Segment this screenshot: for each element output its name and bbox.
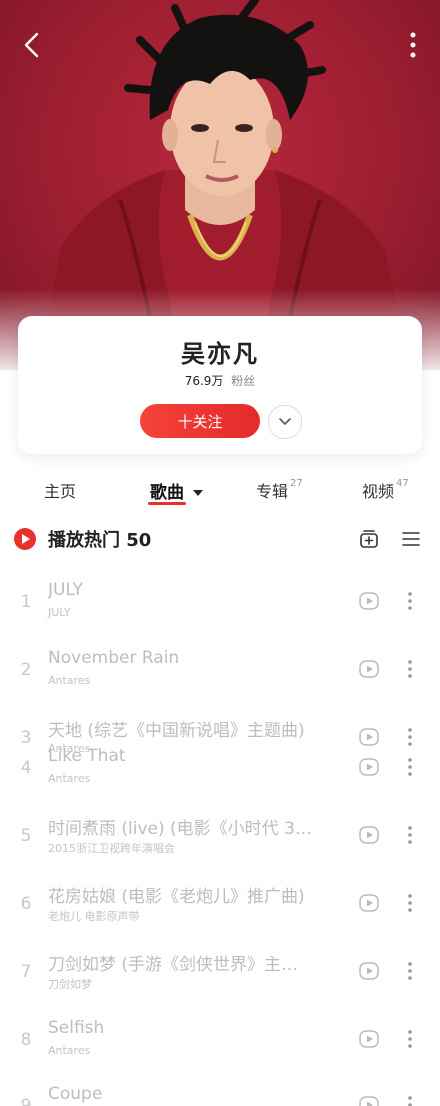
song-subtitle: 2015浙江卫视跨年演唱会 [48, 842, 175, 855]
more-vertical-icon[interactable] [404, 590, 416, 612]
song-rank: 9 [20, 1096, 32, 1106]
song-rank: 4 [20, 758, 32, 778]
song-subtitle: JULY [48, 606, 71, 619]
artist-hero-image [0, 0, 440, 370]
chevron-down-icon [279, 418, 291, 426]
play-video-icon[interactable] [358, 960, 380, 982]
play-circle-icon [22, 534, 30, 544]
list-icon[interactable] [400, 528, 422, 550]
song-subtitle: Antares [48, 674, 91, 687]
song-title: Like That [48, 746, 126, 766]
song-row[interactable]: 1 JULY JULY [0, 574, 440, 634]
more-vertical-icon[interactable] [404, 658, 416, 680]
tab-home[interactable]: 主页 [44, 478, 76, 502]
song-rank: 2 [20, 660, 32, 680]
play-all-button[interactable] [14, 528, 36, 550]
song-rank: 8 [20, 1030, 32, 1050]
expand-similar-button[interactable] [268, 405, 302, 439]
artist-name: 吴亦凡 [181, 340, 259, 368]
song-subtitle: 老炮儿 电影原声带 [48, 910, 140, 923]
fan-count-row[interactable]: 76.9万 粉丝 [18, 372, 422, 389]
more-vertical-icon[interactable] [404, 1028, 416, 1050]
song-subtitle: Antares [48, 1044, 91, 1057]
tab-albums-label: 专辑 [256, 482, 289, 501]
play-video-icon[interactable] [358, 1094, 380, 1106]
active-tab-indicator [148, 502, 186, 505]
section-title: 播放热门 50 [48, 530, 152, 551]
song-title: Coupe [48, 1084, 103, 1104]
tab-songs-label: 歌曲 [150, 483, 184, 503]
more-vertical-icon [410, 32, 416, 58]
song-row[interactable]: 8 Selfish Antares [0, 1012, 440, 1072]
fan-label: 粉丝 [231, 374, 256, 388]
more-vertical-icon[interactable] [404, 756, 416, 778]
artist-photo [0, 0, 440, 370]
play-video-icon[interactable] [358, 756, 380, 778]
song-subtitle: 刀剑如梦 [48, 978, 92, 991]
play-video-icon[interactable] [358, 590, 380, 612]
tab-videos-label: 视频 [362, 482, 395, 501]
artist-tab-bar: 主页 歌曲 专辑 27 视频 47 [0, 478, 440, 512]
song-title: Selfish [48, 1018, 105, 1038]
artist-info-card: 吴亦凡 76.9万 粉丝 十关注 [18, 316, 422, 454]
tab-albums-count: 27 [290, 478, 303, 489]
song-title: 花房姑娘 (电影《老炮儿》推广曲) [48, 887, 305, 907]
more-options-button[interactable] [404, 28, 422, 62]
song-subtitle: Antares [48, 772, 91, 785]
caret-down-icon [192, 489, 203, 496]
follow-button[interactable]: 十关注 [140, 404, 260, 438]
song-row[interactable]: 5 时间煮雨 (live) (电影《小时代 3… 2015浙江卫视跨年演唱会 [0, 808, 440, 868]
song-title: 天地 (综艺《中国新说唱》主题曲) [48, 721, 305, 741]
play-video-icon[interactable] [358, 892, 380, 914]
song-title: 刀剑如梦 (手游《剑侠世界》主… [48, 955, 299, 975]
hot-songs-header: 播放热门 50 [0, 520, 440, 558]
song-rank: 5 [20, 826, 32, 846]
fan-count: 76.9万 [184, 374, 224, 388]
song-rank: 7 [20, 962, 32, 982]
play-video-icon[interactable] [358, 658, 380, 680]
song-title: November Rain [48, 648, 180, 668]
song-rank: 6 [20, 894, 32, 914]
more-vertical-icon[interactable] [404, 892, 416, 914]
tab-albums[interactable]: 专辑 27 [256, 478, 303, 502]
more-vertical-icon[interactable] [404, 824, 416, 846]
song-row[interactable]: 6 花房姑娘 (电影《老炮儿》推广曲) 老炮儿 电影原声带 [0, 876, 440, 936]
song-row[interactable]: 4 Like That Antares [0, 740, 440, 800]
more-vertical-icon[interactable] [404, 960, 416, 982]
back-button[interactable] [14, 26, 48, 64]
tab-songs[interactable]: 歌曲 [150, 478, 203, 503]
add-playlist-icon[interactable] [358, 528, 380, 550]
song-title: 时间煮雨 (live) (电影《小时代 3… [48, 819, 312, 839]
tab-videos-count: 47 [396, 478, 409, 489]
song-title: JULY [48, 580, 84, 600]
tab-videos[interactable]: 视频 47 [362, 478, 409, 502]
song-row[interactable]: 9 Coupe [0, 1078, 440, 1106]
chevron-left-icon [24, 32, 39, 58]
song-row[interactable]: 7 刀剑如梦 (手游《剑侠世界》主… 刀剑如梦 [0, 944, 440, 1004]
more-vertical-icon[interactable] [404, 1094, 416, 1106]
play-video-icon[interactable] [358, 1028, 380, 1050]
tab-home-label: 主页 [44, 482, 77, 501]
song-rank: 1 [20, 592, 32, 612]
song-row[interactable]: 2 November Rain Antares [0, 642, 440, 702]
play-video-icon[interactable] [358, 824, 380, 846]
